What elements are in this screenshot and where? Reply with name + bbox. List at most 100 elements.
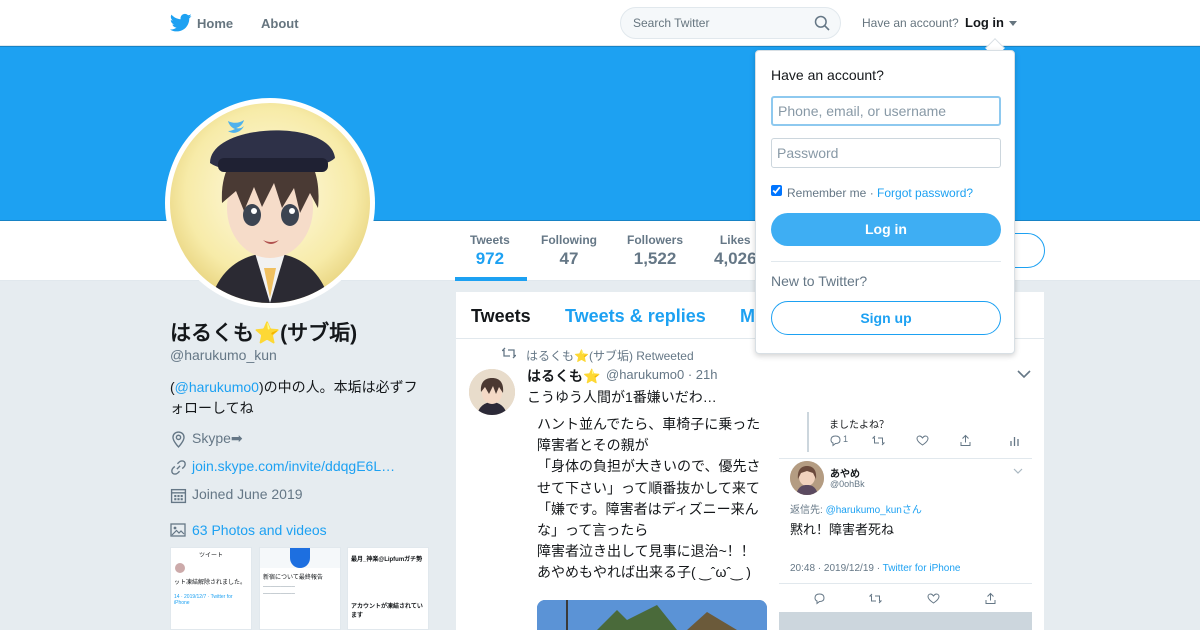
tab-tweets-replies[interactable]: Tweets & replies: [565, 306, 706, 327]
thumb-title: ツイート: [198, 553, 223, 559]
stat-value: 972: [475, 249, 505, 268]
location-text: Skype➡: [192, 430, 243, 446]
search-input[interactable]: Search Twitter: [633, 16, 709, 30]
top-navigation: Home About Search Twitter Have an accoun…: [0, 0, 1200, 46]
media-thumbnail[interactable]: ツイート ット凍結解除されました。 14 · 2019/12/7 · Twitt…: [170, 547, 252, 630]
profile-display-name: はるくも⭐(サブ垢): [170, 322, 358, 345]
thumb-line: ット凍結解除されました。: [174, 580, 247, 586]
stat-tweets[interactable]: Tweets 972: [470, 233, 510, 269]
reply-icon: [814, 593, 825, 605]
stat-value: 47: [559, 249, 579, 268]
divider: [779, 583, 1032, 584]
avatar-image: [170, 103, 370, 303]
image-icon: [170, 523, 186, 537]
media-thumbnail[interactable]: 新宿について最終報告 ───────── ─────────: [259, 547, 341, 630]
stat-likes[interactable]: Likes 4,026: [714, 233, 757, 269]
analytics-icon: [1010, 437, 1019, 446]
twitter-bird-icon[interactable]: [170, 13, 192, 33]
nav-home-link[interactable]: Home: [197, 16, 233, 31]
stat-following[interactable]: Following 47: [541, 233, 597, 269]
thumb-header: [260, 548, 340, 568]
share-icon: [960, 434, 971, 446]
share-icon: [985, 592, 996, 604]
stat-label: Tweets: [470, 233, 510, 247]
login-dropdown: Have an account? Remember me · Forgot pa…: [755, 50, 1015, 354]
thumb-line: 新宿について最終報告: [263, 575, 323, 581]
profile-bio: (@harukumo0)の中の人。本垢は必ずフォローしてね: [170, 377, 430, 419]
username-field[interactable]: [771, 96, 1001, 126]
embed-reply-to: 返信先: @harukumo_kunさん: [790, 501, 922, 516]
avatar: [175, 563, 185, 573]
embed-timestamp: 20:48 · 2019/12/19 · Twitter for iPhone: [790, 563, 960, 574]
thumb-title: 最月_神楽@Lipfumガチ勢: [351, 557, 423, 563]
photos-videos-link[interactable]: 63 Photos and videos: [192, 522, 327, 538]
text-line: あやめもやれば出来る子( ‿ˆωˆ‿ ): [537, 564, 751, 581]
active-tab-indicator: [455, 277, 527, 281]
reply-to-user: @harukumo_kunさん: [825, 505, 922, 516]
tweet-embedded-screenshot[interactable]: ましたよね？ 1 あやめ @0ohBk 返信先: @harukumo_kunさん…: [779, 412, 1032, 630]
tweet-image-text: ハント並んでたら、車椅子に乗った 障害者とその親が 「身体の負担が大きいので、優…: [537, 414, 777, 584]
source-text: Twitter for iPhone: [882, 563, 961, 574]
login-menu-toggle[interactable]: Log in: [965, 15, 1004, 30]
remember-me-checkbox[interactable]: [771, 185, 782, 196]
url-text[interactable]: join.skype.com/invite/ddqgE6L…: [192, 458, 395, 474]
text-line: 「嫌です。障害者はディズニー来ん: [537, 500, 759, 517]
chevron-down-icon[interactable]: [1017, 369, 1031, 379]
location-pin-icon: [172, 431, 185, 448]
thread-line: [807, 412, 809, 452]
tab-tweets[interactable]: Tweets: [471, 306, 531, 327]
retweeted-by-label[interactable]: はるくも⭐(サブ垢) Retweeted: [526, 347, 694, 364]
divider: [779, 458, 1032, 459]
tab-media[interactable]: M: [740, 306, 755, 327]
link-icon: [171, 460, 186, 475]
chevron-down-icon: [1013, 468, 1023, 474]
bio-mention-link[interactable]: @harukumo0: [175, 379, 259, 395]
login-button[interactable]: Log in: [771, 213, 1001, 246]
tweet-author-name[interactable]: はるくも⭐: [527, 366, 600, 386]
stat-followers[interactable]: Followers 1,522: [627, 233, 683, 269]
stat-label: Likes: [719, 233, 751, 247]
nav-about-link[interactable]: About: [261, 16, 299, 31]
stat-value: 1,522: [633, 249, 677, 268]
heart-icon: [927, 593, 940, 604]
search-box[interactable]: Search Twitter: [620, 7, 841, 39]
profile-handle[interactable]: @harukumo_kun: [170, 347, 277, 363]
have-account-label: Have an account?: [862, 16, 959, 30]
text-line: ハント並んでたら、車椅子に乗った: [537, 416, 761, 432]
text-line: 障害者とその親が: [537, 437, 649, 454]
tweet-photo[interactable]: [537, 600, 767, 630]
media-thumbnail[interactable]: 最月_神楽@Lipfumガチ勢 アカウントが凍結されています: [347, 547, 429, 630]
text-line: な」って言ったら: [537, 522, 649, 539]
text-line: 「身体の負担が大きいので、優先さ: [537, 458, 761, 475]
embed-prev-text: ましたよね？: [829, 420, 889, 431]
calendar-icon: [170, 488, 187, 504]
heart-icon: [916, 435, 929, 446]
profile-avatar[interactable]: [165, 98, 375, 308]
tweet-text: こうゆう人間が1番嫌いだわ…: [527, 389, 717, 405]
embed-avatar: [790, 461, 824, 495]
embed-footer-bar: [779, 612, 1032, 630]
remember-me-row: Remember me · Forgot password?: [787, 186, 973, 200]
stat-label: Followers: [627, 233, 684, 247]
thumb-line: アカウントが凍結されています: [351, 604, 423, 619]
chevron-down-icon[interactable]: [1009, 21, 1017, 26]
joined-text: Joined June 2019: [192, 486, 303, 502]
tweet-handle-time[interactable]: @harukumo0 · 21h: [606, 367, 717, 382]
signup-button[interactable]: Sign up: [771, 301, 1001, 335]
embed-author-handle: @0ohBk: [830, 479, 865, 489]
retweet-icon: [872, 435, 885, 446]
embed-author-name: あやめ: [830, 469, 860, 480]
search-icon[interactable]: [814, 15, 830, 31]
embed-tweet-text: 黙れ！障害者死ね: [790, 522, 895, 537]
remember-me-label[interactable]: Remember me: [787, 186, 866, 200]
text-line: せて下さい」って順番抜かして来て: [537, 479, 760, 496]
tweet-avatar[interactable]: [469, 369, 515, 415]
password-field[interactable]: [771, 138, 1001, 168]
text-line: 障害者泣き出して見事に退治~！！: [537, 543, 755, 560]
thumb-text: ───────── ─────────: [263, 584, 295, 597]
stat-label: Following: [541, 233, 597, 247]
forgot-password-link[interactable]: Forgot password?: [877, 186, 973, 200]
separator-dot: ·: [866, 186, 878, 200]
retweet-icon: [502, 347, 516, 359]
timestamp-text: 20:48 · 2019/12/19 ·: [790, 563, 883, 574]
